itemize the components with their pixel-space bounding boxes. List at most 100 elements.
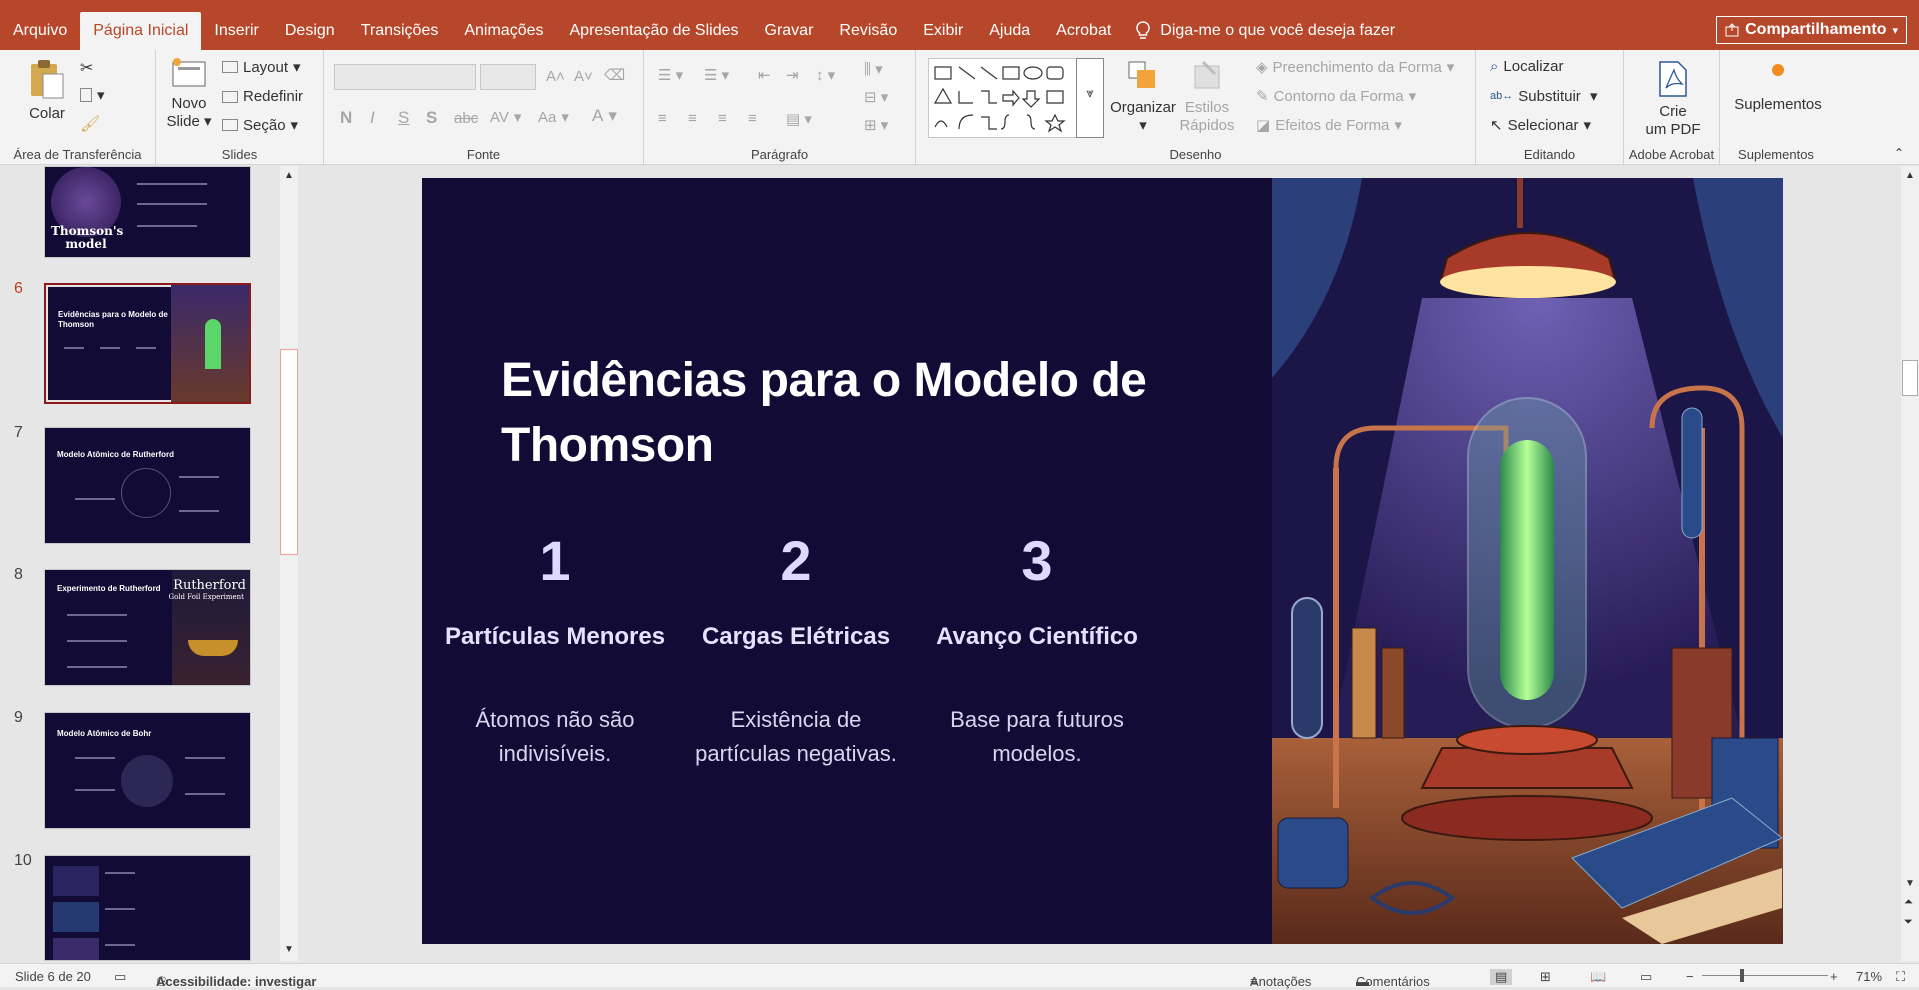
scroll-down-icon[interactable]: ▼ <box>1905 878 1915 889</box>
grow-font-icon[interactable]: A˄ <box>546 68 565 85</box>
scroll-up-icon[interactable]: ▲ <box>284 170 294 181</box>
line-spacing-icon[interactable]: ↕ ▾ <box>816 66 835 84</box>
slide-sorter-icon[interactable]: ⊞ <box>1540 969 1551 985</box>
align-left-icon[interactable]: ≡ <box>658 110 667 127</box>
slideshow-icon[interactable]: ▭ <box>1640 969 1652 985</box>
evidence-column-1[interactable]: 1 Partículas Menores Átomos não são indi… <box>440 528 670 771</box>
slide-title[interactable]: Evidências para o Modelo de Thomson <box>501 348 1201 478</box>
increase-indent-icon[interactable]: ⇥ <box>786 66 799 84</box>
align-center-icon[interactable]: ≡ <box>688 110 697 127</box>
arrange-button[interactable]: Organizar ▾ <box>1108 58 1178 135</box>
justify-icon[interactable]: ≡ <box>748 110 757 127</box>
shape-effects-button[interactable]: ◪ Efeitos de Forma ▾ <box>1256 116 1402 135</box>
tab-ajuda[interactable]: Ajuda <box>976 12 1043 50</box>
create-pdf-button[interactable]: Crie um PDF <box>1638 60 1708 139</box>
find-button[interactable]: ⌕ Localizar <box>1490 58 1563 75</box>
format-painter-icon[interactable]: 🖌 <box>80 114 100 134</box>
tab-pagina-inicial[interactable]: Página Inicial <box>80 12 202 50</box>
char-spacing-button[interactable]: AV ▾ <box>490 108 521 127</box>
thumbnail-slide-10[interactable] <box>44 855 251 961</box>
select-button[interactable]: ↖ Selecionar ▾ <box>1490 116 1591 135</box>
new-slide-button[interactable]: Novo Slide ▾ <box>164 56 214 131</box>
evidence-column-2[interactable]: 2 Cargas Elétricas Existência de partícu… <box>681 528 911 771</box>
group-label-clipboard: Área de Transferência <box>13 147 142 162</box>
cathode-ray-illustration[interactable] <box>1272 178 1783 944</box>
quick-styles-button[interactable]: Estilos Rápidos <box>1172 58 1242 135</box>
group-editing: ⌕ Localizar ab↔ Substituir ▾ ↖ Selecionar ▾… <box>1476 50 1624 165</box>
evidence-column-3[interactable]: 3 Avanço Científico Base para futuros mo… <box>922 528 1152 771</box>
smartart-icon[interactable]: ⊞ ▾ <box>864 116 888 134</box>
copy-icon[interactable]: ▾ <box>80 86 105 104</box>
notes-view-icon[interactable]: ▭ <box>114 969 126 985</box>
collapse-ribbon-icon[interactable]: ⌃ <box>1894 146 1904 160</box>
strikethrough-button[interactable]: abc <box>454 110 478 127</box>
column-number: 1 <box>539 529 571 592</box>
fit-slide-icon[interactable]: ⛶ <box>1896 969 1905 985</box>
tab-exibir[interactable]: Exibir <box>910 12 976 50</box>
zoom-in-icon[interactable]: + <box>1830 969 1838 984</box>
font-size-input[interactable] <box>480 64 536 90</box>
shadow-button[interactable]: S <box>426 108 437 128</box>
cut-icon[interactable]: ✂ <box>80 58 93 78</box>
bold-button[interactable]: N <box>340 108 352 128</box>
section-button[interactable]: Seção ▾ <box>222 116 298 134</box>
scroll-up-icon[interactable]: ▲ <box>1905 170 1915 181</box>
zoom-slider[interactable] <box>1702 975 1828 976</box>
reading-view-icon[interactable]: 📖 <box>1590 969 1606 985</box>
previous-slide-icon[interactable]: ⏶ <box>1904 896 1913 909</box>
bullets-icon[interactable]: ☰ ▾ <box>658 66 683 84</box>
shrink-font-icon[interactable]: A˅ <box>574 68 593 85</box>
shapes-gallery[interactable] <box>928 58 1078 138</box>
normal-view-icon[interactable]: ▤ <box>1490 969 1513 985</box>
zoom-out-icon[interactable]: − <box>1686 969 1694 984</box>
numbering-icon[interactable]: ☰ ▾ <box>704 66 729 84</box>
slide-canvas[interactable]: Evidências para o Modelo de Thomson 1 Pa… <box>422 178 1783 944</box>
align-text-icon[interactable]: ⊟ ▾ <box>864 88 888 106</box>
shape-fill-button[interactable]: ◈ Preenchimento da Forma ▾ <box>1256 58 1454 77</box>
tab-acrobat[interactable]: Acrobat <box>1043 12 1124 50</box>
thumbnail-slide-8[interactable]: Experimento de Rutherford Rutherford Gol… <box>44 569 251 686</box>
tab-revisao[interactable]: Revisão <box>826 12 910 50</box>
thumbnail-scrollbar[interactable]: ▲ ▼ <box>280 166 298 961</box>
decrease-indent-icon[interactable]: ⇤ <box>758 66 771 84</box>
reset-button[interactable]: Redefinir <box>222 88 303 105</box>
clear-format-icon[interactable]: ⌫ <box>604 66 625 84</box>
scroll-down-icon[interactable]: ▼ <box>284 944 294 955</box>
change-case-button[interactable]: Aa ▾ <box>538 108 569 127</box>
tab-apresentacao[interactable]: Apresentação de Slides <box>557 12 752 50</box>
tab-gravar[interactable]: Gravar <box>752 12 827 50</box>
zoom-level[interactable]: 71% <box>1856 969 1882 984</box>
scroll-thumb[interactable] <box>1902 360 1918 396</box>
italic-button[interactable]: I <box>370 108 375 128</box>
text-direction-icon[interactable]: ⫼ ▾ <box>864 60 883 78</box>
replace-button[interactable]: ab↔ Substituir ▾ <box>1490 87 1597 106</box>
thumbnail-slide-7[interactable]: Modelo Atômico de Rutherford <box>44 427 251 544</box>
tell-me-search[interactable]: Diga-me o que você deseja fazer <box>1134 12 1395 50</box>
group-font: A˄ A˅ ⌫ N I S S abc AV ▾ Aa ▾ A ▾ Fonte <box>324 50 644 165</box>
columns-icon[interactable]: ▤ ▾ <box>786 110 812 128</box>
font-name-input[interactable] <box>334 64 476 90</box>
column-heading: Partículas Menores <box>444 623 666 650</box>
align-right-icon[interactable]: ≡ <box>718 110 727 127</box>
tab-inserir[interactable]: Inserir <box>201 12 271 50</box>
tab-arquivo[interactable]: Arquivo <box>0 12 80 50</box>
zoom-slider-thumb[interactable] <box>1740 969 1744 982</box>
next-slide-icon[interactable]: ⏷ <box>1904 916 1913 929</box>
tab-animacoes[interactable]: Animações <box>451 12 556 50</box>
slide-scrollbar[interactable]: ▲ ▼ ⏶ ⏷ <box>1901 166 1919 961</box>
group-label-font: Fonte <box>466 147 501 162</box>
paste-button[interactable]: Colar <box>22 58 72 123</box>
share-button[interactable]: Compartilhamento ▾ <box>1716 16 1907 44</box>
tab-transicoes[interactable]: Transições <box>348 12 452 50</box>
underline-button[interactable]: S <box>398 108 409 128</box>
thumbnail-slide-6[interactable]: Evidências para o Modelo de Thomson <box>44 283 251 404</box>
scroll-thumb[interactable] <box>280 349 298 555</box>
shape-outline-button[interactable]: ✎ Contorno da Forma ▾ <box>1256 87 1416 106</box>
thumbnail-slide-5[interactable]: Thomson's model <box>44 166 251 258</box>
layout-button[interactable]: Layout ▾ <box>222 58 301 76</box>
font-color-button[interactable]: A ▾ <box>592 106 617 126</box>
thumbnail-slide-9[interactable]: Modelo Atômico de Bohr <box>44 712 251 829</box>
tab-design[interactable]: Design <box>272 12 348 50</box>
shapes-more-button[interactable]: ⩔ <box>1076 58 1104 138</box>
addins-button[interactable]: Suplementos <box>1728 64 1828 114</box>
